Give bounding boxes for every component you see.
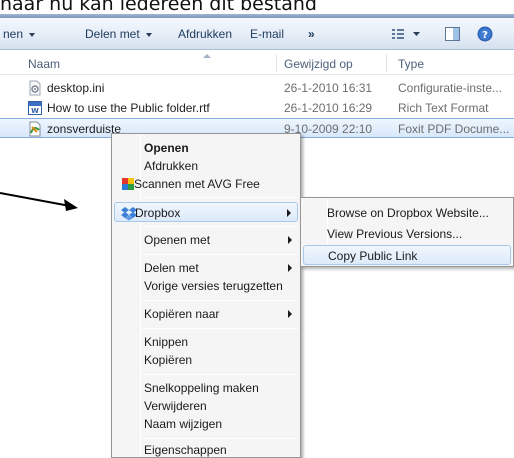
dropbox-submenu: Browse on Dropbox Website... View Previo…	[300, 197, 514, 267]
menu-item-share-with[interactable]: Delen met	[114, 258, 298, 278]
menu-separator	[142, 254, 298, 255]
menu-item-copy-to[interactable]: Kopiëren naar	[114, 304, 298, 324]
file-modified: 26-1-2010 16:31	[284, 81, 373, 95]
menu-item-label: Openen	[144, 141, 189, 155]
menu-item-label: Verwijderen	[144, 399, 207, 413]
help-icon: ?	[477, 26, 493, 42]
submenu-item-label: Browse on Dropbox Website...	[327, 206, 489, 220]
menu-item-previous-versions[interactable]: Vorige versies terugzetten	[114, 276, 298, 296]
menu-item-label: Kopiëren	[144, 353, 193, 367]
menu-separator	[142, 328, 298, 329]
menu-separator	[142, 300, 298, 301]
menu-item-scan-avg[interactable]: Scannen met AVG Free	[114, 174, 298, 194]
column-header-type[interactable]: Type	[398, 57, 424, 71]
menu-item-open[interactable]: Openen	[114, 138, 298, 158]
file-type: Configuratie-inste...	[398, 81, 503, 95]
view-list-icon	[392, 29, 420, 39]
submenu-arrow-icon	[288, 236, 292, 244]
menu-item-label: Dropbox	[135, 206, 181, 220]
menu-item-properties[interactable]: Eigenschappen	[114, 440, 298, 458]
submenu-item-copy-public-link[interactable]: Copy Public Link	[303, 245, 511, 265]
view-options-button[interactable]	[391, 26, 423, 45]
chevron-down-icon	[145, 32, 152, 37]
column-header-modified[interactable]: Gewijzigd op	[284, 57, 353, 71]
menu-item-label: Eigenschappen	[144, 443, 227, 457]
submenu-item-label: Copy Public Link	[328, 249, 418, 263]
menu-item-cut[interactable]: Knippen	[114, 332, 298, 352]
menu-item-label: Knippen	[144, 335, 189, 349]
svg-text:?: ?	[482, 30, 488, 41]
menu-separator	[142, 226, 298, 227]
file-modified: 26-1-2010 16:29	[284, 101, 373, 115]
menu-item-label: Afdrukken	[144, 159, 199, 173]
menu-item-print[interactable]: Afdrukken	[114, 156, 298, 176]
menu-item-open-with[interactable]: Openen met	[114, 230, 298, 250]
context-menu: Openen Afdrukken Scannen met AVG Free Dr…	[111, 133, 301, 458]
file-type: Foxit PDF Docume...	[398, 122, 510, 136]
submenu-arrow-icon	[288, 310, 292, 318]
menu-item-label: Vorige versies terugzetten	[144, 279, 283, 293]
submenu-item-label: View Previous Versions...	[327, 227, 463, 241]
column-divider[interactable]	[386, 54, 387, 72]
menu-item-label: Naam wijzigen	[144, 417, 223, 431]
file-type: Rich Text Format	[398, 101, 489, 115]
menu-item-rename[interactable]: Naam wijzigen	[114, 414, 298, 434]
email-button[interactable]: E-mail	[250, 27, 284, 41]
menu-item-label: Kopiëren naar	[144, 307, 220, 321]
submenu-item-browse-dropbox[interactable]: Browse on Dropbox Website...	[303, 203, 511, 223]
sort-ascending-icon	[203, 54, 211, 58]
menu-separator	[142, 197, 298, 198]
menu-separator	[142, 374, 298, 375]
menu-item-dropbox[interactable]: Dropbox	[114, 202, 298, 222]
print-button[interactable]: Afdrukken	[178, 27, 232, 41]
menu-item-label: Openen met	[144, 233, 211, 247]
menu-item-label: Delen met	[144, 261, 199, 275]
menu-separator	[142, 438, 298, 439]
submenu-item-previous-versions[interactable]: View Previous Versions...	[303, 224, 511, 244]
preview-pane-button[interactable]	[444, 26, 462, 45]
menu-item-delete[interactable]: Verwijderen	[114, 396, 298, 416]
help-button[interactable]: ?	[477, 26, 493, 45]
preview-pane-icon	[445, 27, 460, 41]
more-commands-button[interactable]: »	[308, 27, 315, 41]
pointer-arrow	[0, 192, 78, 211]
menu-item-label: Scannen met AVG Free	[134, 177, 260, 191]
menu-item-create-shortcut[interactable]: Snelkoppeling maken	[114, 378, 298, 398]
column-divider[interactable]	[276, 54, 277, 72]
submenu-arrow-icon	[288, 264, 292, 272]
menu-item-copy[interactable]: Kopiëren	[114, 350, 298, 370]
menu-item-label: Snelkoppeling maken	[144, 381, 259, 395]
submenu-arrow-icon	[287, 209, 291, 217]
